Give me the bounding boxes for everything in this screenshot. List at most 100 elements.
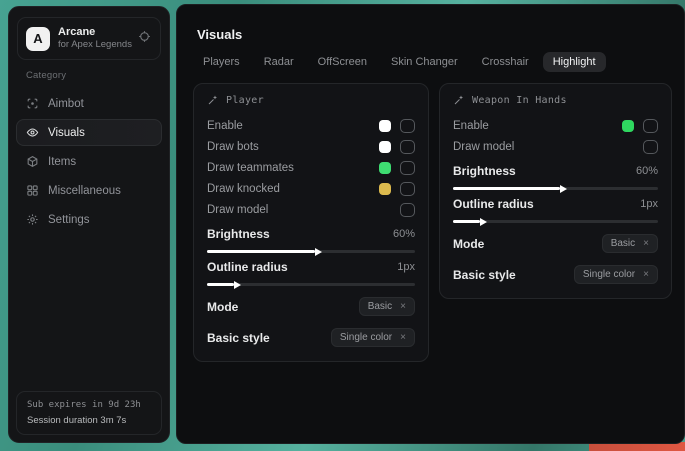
tag-single-color[interactable]: Single color×	[331, 328, 415, 347]
checkbox[interactable]	[400, 119, 415, 133]
wand-icon	[453, 94, 465, 106]
toggle-controls	[379, 161, 415, 175]
visuals-icon	[26, 126, 39, 139]
slider-thumb[interactable]	[234, 281, 241, 289]
main-panel: Visuals PlayersRadarOffScreenSkin Change…	[176, 4, 685, 444]
slider-label: Outline radius	[207, 260, 288, 274]
color-swatch[interactable]	[379, 183, 391, 195]
page-title: Visuals	[197, 27, 242, 42]
tag-row-label: Mode	[207, 300, 238, 314]
slider-label: Brightness	[207, 227, 270, 241]
app-subtitle: for Apex Legends	[58, 39, 132, 51]
sidebar-item-miscellaneous[interactable]: Miscellaneous	[16, 177, 162, 204]
slider-brightness: Brightness 60%	[453, 164, 658, 190]
session-duration-text: Session duration 3m 7s	[27, 415, 151, 426]
checkbox[interactable]	[400, 182, 415, 196]
items-icon	[26, 155, 39, 168]
slider-label: Brightness	[453, 164, 516, 178]
color-swatch[interactable]	[379, 120, 391, 132]
wand-icon	[207, 94, 219, 106]
tab-bar: PlayersRadarOffScreenSkin ChangerCrossha…	[193, 52, 606, 72]
toggle-row-enable: Enable	[453, 115, 658, 136]
checkbox[interactable]	[643, 119, 658, 133]
sub-expires-text: Sub expires in 9d 23h	[27, 400, 151, 410]
sidebar-item-label: Miscellaneous	[48, 185, 121, 197]
slider-track[interactable]	[453, 220, 658, 223]
aimbot-icon	[26, 97, 39, 110]
desktop-background: A Arcane for Apex Legends Category Aimbo…	[0, 0, 685, 451]
tab-radar[interactable]: Radar	[254, 52, 304, 72]
panel-title: Weapon In Hands	[453, 94, 658, 106]
category-label: Category	[26, 70, 162, 81]
checkbox[interactable]	[400, 161, 415, 175]
settings-panels: Player Enable Draw bots Draw teammates Draw …	[193, 83, 672, 362]
crosshair-icon[interactable]	[138, 30, 151, 43]
toggle-label: Draw bots	[207, 141, 379, 153]
tab-players[interactable]: Players	[193, 52, 250, 72]
slider-label: Outline radius	[453, 197, 534, 211]
slider-track[interactable]	[207, 283, 415, 286]
slider-fill	[207, 283, 234, 286]
panel-weapon-in-hands: Weapon In Hands Enable Draw model Brightnes…	[439, 83, 672, 299]
tag-row-mode: Mode Basic×	[207, 296, 415, 317]
remove-icon[interactable]: ×	[643, 270, 649, 280]
color-swatch[interactable]	[379, 162, 391, 174]
tag-row-label: Mode	[453, 237, 484, 251]
toggle-label: Draw model	[453, 141, 643, 153]
tab-offscreen[interactable]: OffScreen	[308, 52, 377, 72]
slider-track[interactable]	[453, 187, 658, 190]
slider-head: Brightness 60%	[453, 164, 658, 178]
slider-track[interactable]	[207, 250, 415, 253]
slider-thumb[interactable]	[315, 248, 322, 256]
sidebar-item-label: Settings	[48, 214, 90, 226]
tag-single-color[interactable]: Single color×	[574, 265, 658, 284]
color-swatch[interactable]	[622, 120, 634, 132]
sidebar-item-settings[interactable]: Settings	[16, 206, 162, 233]
miscellaneous-icon	[26, 184, 39, 197]
slider-head: Outline radius 1px	[453, 197, 658, 211]
toggle-row-draw-model: Draw model	[453, 136, 658, 157]
slider-thumb[interactable]	[560, 185, 567, 193]
toggle-row-draw-teammates: Draw teammates	[207, 157, 415, 178]
checkbox[interactable]	[400, 203, 415, 217]
tag-basic[interactable]: Basic ×	[602, 234, 658, 253]
sidebar-item-label: Aimbot	[48, 98, 84, 110]
panel-title: Player	[207, 94, 415, 106]
toggle-controls	[622, 119, 658, 133]
tab-highlight[interactable]: Highlight	[543, 52, 606, 72]
sidebar-item-label: Visuals	[48, 127, 85, 139]
slider-value: 1px	[640, 198, 658, 210]
remove-icon[interactable]: ×	[400, 333, 406, 343]
slider-outline-radius: Outline radius 1px	[453, 197, 658, 223]
toggle-row-enable: Enable	[207, 115, 415, 136]
tag-basic[interactable]: Basic×	[359, 297, 415, 316]
sidebar-item-label: Items	[48, 156, 76, 168]
toggle-row-draw-bots: Draw bots	[207, 136, 415, 157]
slider-thumb[interactable]	[480, 218, 487, 226]
panel-player: Player Enable Draw bots Draw teammates Draw …	[193, 83, 429, 362]
tab-skin-changer[interactable]: Skin Changer	[381, 52, 468, 72]
app-header: A Arcane for Apex Legends	[17, 17, 161, 60]
toggle-controls	[379, 140, 415, 154]
remove-icon[interactable]: ×	[400, 302, 406, 312]
slider-brightness: Brightness60%	[207, 227, 415, 253]
color-swatch[interactable]	[379, 141, 391, 153]
toggle-label: Draw teammates	[207, 162, 379, 174]
checkbox[interactable]	[643, 140, 658, 154]
tab-crosshair[interactable]: Crosshair	[472, 52, 539, 72]
toggle-controls	[379, 119, 415, 133]
sidebar-item-aimbot[interactable]: Aimbot	[16, 90, 162, 117]
slider-head: Brightness60%	[207, 227, 415, 241]
remove-icon[interactable]: ×	[643, 239, 649, 249]
slider-outline-radius: Outline radius1px	[207, 260, 415, 286]
toggle-label: Draw model	[207, 204, 400, 216]
sidebar-nav: Aimbot Visuals Items Miscellaneous Settings	[16, 90, 162, 233]
sidebar-item-visuals[interactable]: Visuals	[16, 119, 162, 146]
slider-head: Outline radius1px	[207, 260, 415, 274]
checkbox[interactable]	[400, 140, 415, 154]
sidebar-item-items[interactable]: Items	[16, 148, 162, 175]
toggle-label: Draw knocked	[207, 183, 379, 195]
tag-value: Basic	[611, 238, 635, 249]
tag-row-basic-style: Basic styleSingle color×	[453, 264, 658, 285]
slider-value: 60%	[636, 165, 658, 177]
